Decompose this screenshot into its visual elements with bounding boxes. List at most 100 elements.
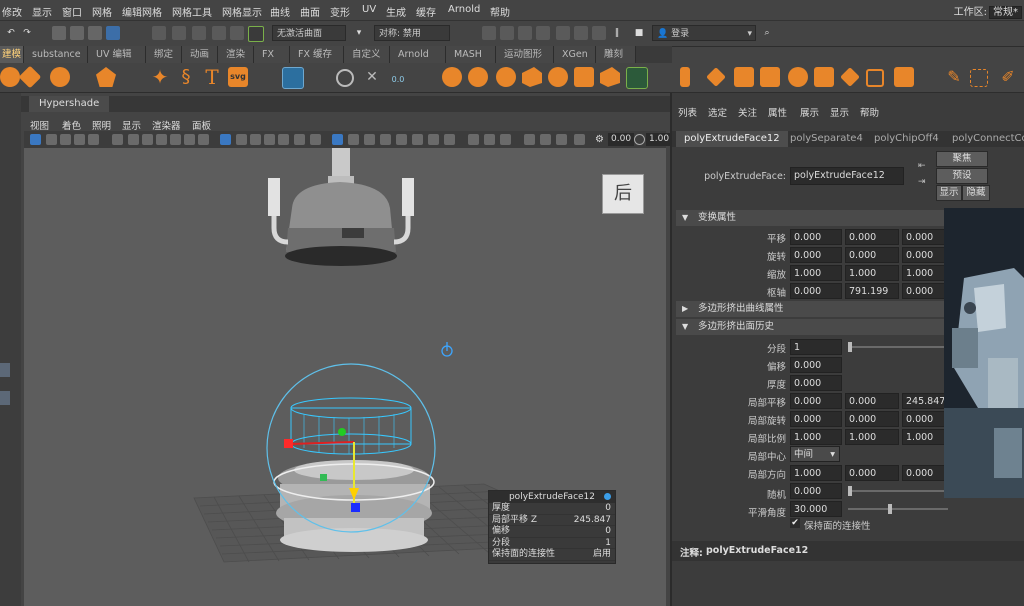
search-icon[interactable]: ⌕	[760, 26, 774, 40]
separate-icon[interactable]	[468, 67, 488, 87]
menu-uv[interactable]: UV	[362, 4, 376, 15]
pivot-y[interactable]: 791.199	[845, 283, 899, 299]
shadows-icon[interactable]	[380, 134, 391, 145]
thickness-field[interactable]: 0.000	[790, 375, 842, 391]
local-translate-x[interactable]: 0.000	[790, 393, 842, 409]
local-scale-x[interactable]: 1.000	[790, 429, 842, 445]
tab-polychipoff4[interactable]: polyChipOff4	[866, 131, 947, 147]
menu-mesh-tools[interactable]: 网格工具	[172, 4, 212, 19]
hypershade-icon[interactable]	[556, 26, 570, 40]
grid-table-icon[interactable]	[282, 67, 304, 89]
random-slider[interactable]	[848, 490, 948, 492]
menu-display[interactable]: 显示	[32, 4, 52, 19]
xray-joints-icon[interactable]	[294, 134, 305, 145]
exposure-field[interactable]: 0.00	[608, 133, 635, 146]
shelf-tab-animation[interactable]: 动画	[182, 46, 218, 63]
select-object-icon[interactable]	[70, 26, 84, 40]
dropdown-arrow-icon[interactable]: ▾	[352, 26, 366, 40]
shelf-tab-arnold[interactable]: Arnold	[390, 46, 446, 63]
divisions-field[interactable]: 1	[790, 339, 842, 355]
local-direction-y[interactable]: 0.000	[845, 465, 899, 481]
symmetry-field[interactable]: 对称: 禁用	[374, 25, 450, 41]
quadrangulate-icon[interactable]	[760, 67, 780, 87]
helix-icon[interactable]: §	[176, 67, 196, 87]
camera-attributes-icon[interactable]	[46, 134, 57, 145]
snap-curve-icon[interactable]	[172, 26, 186, 40]
snap-magnet-icon[interactable]	[248, 26, 264, 42]
menu-surfaces[interactable]: 曲面	[300, 4, 320, 19]
select-hierarchy-icon[interactable]	[52, 26, 66, 40]
workspace-selector[interactable]: 工作区: 常规*	[954, 3, 1022, 23]
random-slider-handle[interactable]	[848, 486, 852, 496]
local-direction-z[interactable]: 0.000	[902, 465, 946, 481]
viewport-menu-show[interactable]: 显示	[122, 118, 141, 132]
view-cube[interactable]: 后	[602, 174, 644, 214]
shelf-tab-motion-graphics[interactable]: 运动图形	[496, 46, 554, 63]
render-settings-icon[interactable]	[536, 26, 550, 40]
expand-icon[interactable]	[574, 134, 585, 145]
isolate-select-icon[interactable]	[332, 134, 343, 145]
viewport-menu-view[interactable]: 视图	[30, 118, 49, 132]
scale-y[interactable]: 1.000	[845, 265, 899, 281]
viewport-menu-lighting[interactable]: 照明	[92, 118, 111, 132]
hud-row-local-translate-z[interactable]: 局部平移 Z 245.847	[489, 515, 615, 526]
poly-cube-icon[interactable]	[18, 65, 42, 89]
random-field[interactable]: 0.000	[790, 483, 842, 499]
pencil-icon[interactable]: ✎	[944, 67, 964, 87]
menu-generate[interactable]: 生成	[386, 4, 406, 19]
backface-icon[interactable]	[310, 134, 321, 145]
local-direction-x[interactable]: 1.000	[790, 465, 842, 481]
ae-menu-attributes[interactable]: 属性	[768, 105, 787, 119]
image-plane-icon[interactable]	[74, 134, 85, 145]
menu-modify[interactable]: 修改	[2, 4, 22, 19]
viewport-menu-renderer[interactable]: 渲染器	[152, 118, 181, 132]
shelf-tab-fx-cache[interactable]: FX 缓存	[290, 46, 344, 63]
anti-alias-icon[interactable]	[428, 134, 439, 145]
xray-icon[interactable]	[278, 134, 289, 145]
depth-of-field-icon[interactable]	[444, 134, 455, 145]
counter-icon[interactable]: 0.0	[388, 67, 408, 87]
select-mode-active-icon[interactable]	[106, 26, 120, 40]
mirror-icon[interactable]	[548, 67, 568, 87]
menu-cache[interactable]: 缓存	[416, 4, 436, 19]
translate-z[interactable]: 0.000	[902, 229, 946, 245]
local-rotate-y[interactable]: 0.000	[845, 411, 899, 427]
offset-field[interactable]: 0.000	[790, 357, 842, 373]
snap-view-icon[interactable]	[212, 26, 226, 40]
gear-icon[interactable]: ⚙	[594, 134, 605, 145]
hud-sphere-icon[interactable]	[468, 134, 479, 145]
viewport-menu-shading[interactable]: 着色	[62, 118, 81, 132]
rotate-z[interactable]: 0.000	[902, 247, 946, 263]
select-camera-icon[interactable]	[30, 134, 41, 145]
boolean-icon[interactable]	[522, 67, 542, 87]
settings-icon[interactable]	[604, 493, 611, 500]
gamma-field[interactable]: 1.00	[646, 133, 673, 146]
focus-button[interactable]: 聚焦	[936, 151, 988, 167]
cube-split-icon[interactable]	[814, 67, 834, 87]
selected-extrusion[interactable]	[290, 397, 412, 455]
select-component-icon[interactable]	[88, 26, 102, 40]
bevel-icon[interactable]	[626, 67, 648, 89]
hud-row-thickness[interactable]: 厚度 0	[489, 503, 615, 515]
translate-y[interactable]: 0.000	[845, 229, 899, 245]
section-extrude-curve[interactable]: ▶ 多边形挤出曲线属性	[676, 301, 948, 317]
type-text-icon[interactable]: T	[202, 67, 222, 87]
bounding-box-icon[interactable]	[970, 69, 988, 87]
shelf-tab-rendering[interactable]: 渲染	[218, 46, 254, 63]
divisions-slider-handle[interactable]	[848, 342, 852, 352]
menu-arnold[interactable]: Arnold	[448, 4, 480, 15]
redo-icon[interactable]: ↷	[20, 26, 34, 40]
hud-sphere2-icon[interactable]	[484, 134, 495, 145]
translate-x[interactable]: 0.000	[790, 229, 842, 245]
ae-menu-selected[interactable]: 选定	[708, 105, 727, 119]
smooth-icon[interactable]	[496, 67, 516, 87]
hud-row-divisions[interactable]: 分段 1	[489, 538, 615, 549]
menu-edit-mesh[interactable]: 编辑网格	[122, 4, 162, 19]
brush-icon[interactable]: ✐	[998, 67, 1018, 87]
local-center-dropdown[interactable]: 中间 ▾	[790, 446, 840, 462]
stop-icon[interactable]: ■	[632, 26, 646, 40]
lighting-icon[interactable]	[364, 134, 375, 145]
shelf-tab-modeling[interactable]: 建模	[0, 46, 24, 63]
shelf-tab-sculpting[interactable]: 雕刻	[596, 46, 636, 63]
film-gate-icon[interactable]	[142, 134, 153, 145]
